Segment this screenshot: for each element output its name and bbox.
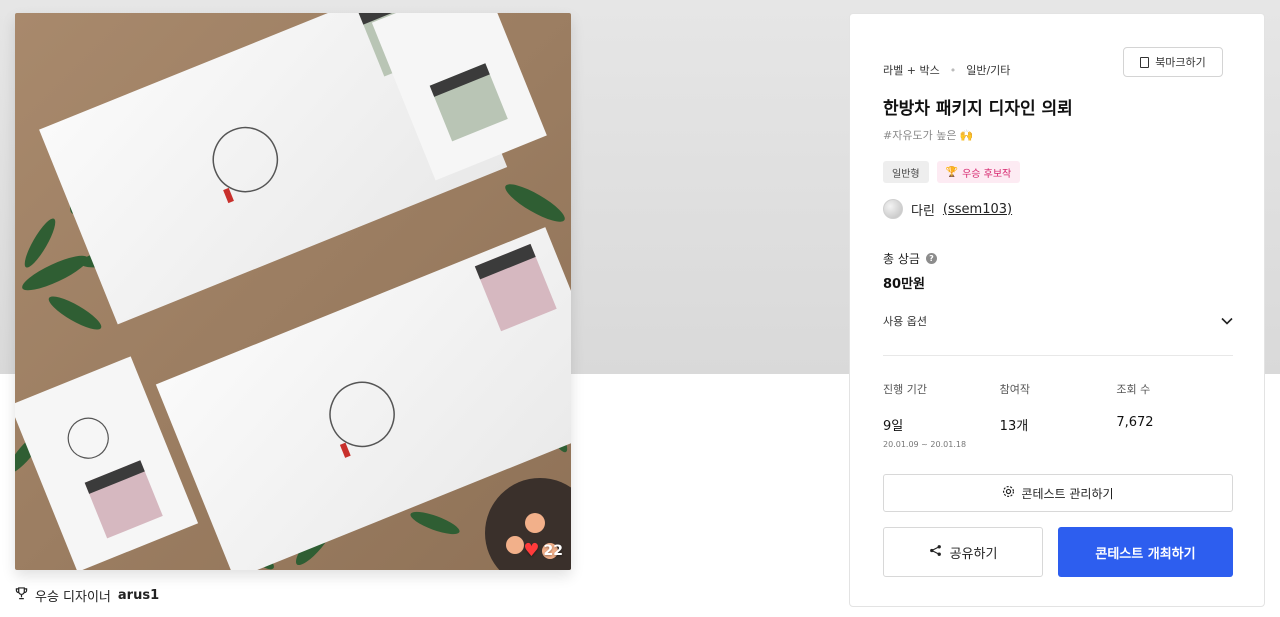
stat-entries-label: 참여작 <box>999 383 1031 396</box>
artwork-image[interactable]: ♥ 22 <box>15 13 571 570</box>
stat-entries: 참여작 13개 <box>1000 381 1117 449</box>
help-icon[interactable]: ? <box>925 253 937 264</box>
usage-options-toggle[interactable]: 사용 옵션 <box>883 310 1233 332</box>
subcategory-link[interactable]: 일반/기타 <box>966 62 1010 78</box>
author-name: 다린 <box>911 203 935 219</box>
stat-period-value: 9일 <box>883 419 904 434</box>
heart-icon: ♥ <box>523 540 540 561</box>
award-badge: 🏆 우승 후보작 <box>936 161 1021 183</box>
type-badge: 일반형 <box>883 161 929 183</box>
stat-period-dates: 20.01.09 ~ 20.01.18 <box>883 440 967 449</box>
prize-label-text: 총 상금 <box>883 252 920 266</box>
prize-label: 총 상금 ? <box>883 250 937 267</box>
hashtag: #자유도가 높은 🙌 <box>883 129 974 142</box>
share-button[interactable]: 공유하기 <box>883 527 1043 577</box>
bookmark-button[interactable]: 북마크하기 <box>1123 47 1223 77</box>
stat-period: 진행 기간 9일 20.01.09 ~ 20.01.18 <box>883 381 1000 449</box>
bookmark-icon <box>1140 56 1150 68</box>
winner-prefix: 우승 디자이너 <box>35 590 111 605</box>
stat-period-label: 진행 기간 <box>883 383 927 396</box>
award-badge-label: 우승 후보작 <box>962 168 1012 180</box>
stat-views-value: 7,672 <box>1116 415 1154 430</box>
category-link[interactable]: 라벨 + 박스 <box>883 62 940 78</box>
manage-label: 콘테스트 관리하기 <box>1021 486 1114 501</box>
chevron-down-icon <box>1221 315 1233 328</box>
contest-title: 한방차 패키지 디자인 의뢰 <box>883 99 1073 119</box>
prize-value: 80만원 <box>883 277 926 292</box>
stat-views-label: 조회 수 <box>1116 383 1151 396</box>
stats-row: 진행 기간 9일 20.01.09 ~ 20.01.18 참여작 13개 조회 … <box>883 381 1233 449</box>
author[interactable]: 다린 (ssem103) <box>883 199 1012 219</box>
host-contest-button[interactable]: 콘테스트 개최하기 <box>1058 527 1233 577</box>
winner-caption: 우승 디자이너 arus1 <box>15 586 159 605</box>
trophy-icon: 🏆 <box>945 166 959 178</box>
divider <box>883 355 1233 356</box>
winner-name[interactable]: arus1 <box>118 588 159 603</box>
separator-dot: • <box>949 63 957 77</box>
contest-info-panel: 북마크하기 라벨 + 박스 • 일반/기타 한방차 패키지 디자인 의뢰 #자유… <box>849 13 1265 607</box>
manage-contest-button[interactable]: 콘테스트 관리하기 <box>883 474 1233 512</box>
avatar <box>883 199 903 219</box>
stat-entries-value: 13개 <box>999 419 1029 434</box>
package-photo <box>15 13 571 570</box>
share-label: 공유하기 <box>949 546 998 562</box>
breadcrumb: 라벨 + 박스 • 일반/기타 <box>883 62 1010 78</box>
share-icon <box>929 544 942 561</box>
like-count: 22 <box>543 543 563 559</box>
usage-label: 사용 옵션 <box>883 315 927 328</box>
like-counter[interactable]: ♥ 22 <box>523 542 563 560</box>
badge-list: 일반형 🏆 우승 후보작 <box>883 161 1021 183</box>
author-handle[interactable]: (ssem103) <box>943 202 1012 217</box>
bookmark-label: 북마크하기 <box>1155 56 1206 69</box>
stat-views: 조회 수 7,672 <box>1116 381 1233 449</box>
gear-icon <box>1002 485 1015 501</box>
trophy-icon <box>15 587 28 604</box>
